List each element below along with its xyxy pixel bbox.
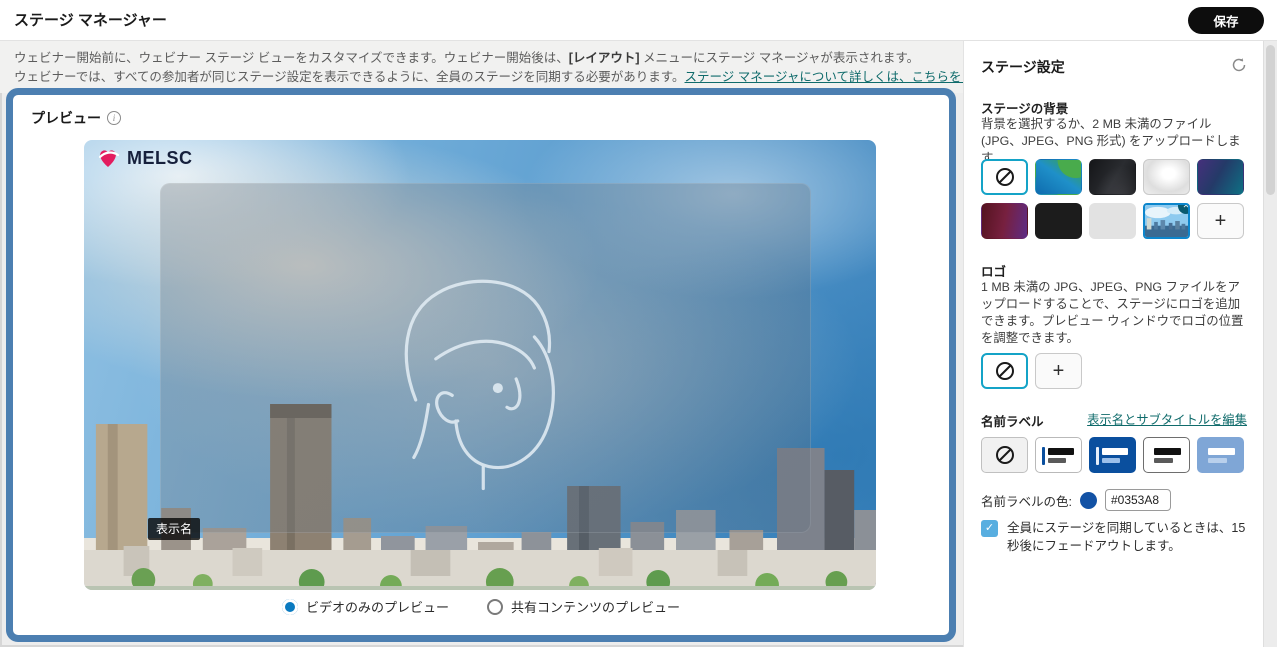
- preview-title: プレビュー: [31, 108, 101, 128]
- label-subtitle-bar: [1102, 458, 1120, 463]
- info-line-2: ウェビナーでは、すべての参加者が同じステージ設定を表示できるように、全員のステー…: [14, 68, 949, 87]
- label-accent-bar: [1096, 447, 1099, 465]
- edit-display-name-link[interactable]: 表示名とサブタイトルを編集: [1087, 410, 1247, 428]
- background-none-option[interactable]: [981, 159, 1028, 195]
- refresh-icon[interactable]: [1231, 57, 1247, 73]
- label-accent-bar: [1042, 447, 1045, 465]
- sync-fadeout-checkbox[interactable]: ✓: [981, 520, 998, 537]
- background-silver-swirl[interactable]: [1143, 159, 1190, 195]
- logo-options-row: +: [981, 353, 1082, 389]
- info-banner: ウェビナー開始前に、ウェビナー ステージ ビューをカスタマイズできます。ウェビナ…: [0, 41, 963, 93]
- logo-section-desc: 1 MB 未満の JPG、JPEG、PNG ファイルをアップロードすることで、ス…: [981, 279, 1249, 347]
- info-line1-layout-keyword: [レイアウト]: [569, 51, 640, 65]
- none-icon: [995, 361, 1015, 381]
- info-line-1: ウェビナー開始前に、ウェビナー ステージ ビューをカスタマイズできます。ウェビナ…: [14, 49, 949, 68]
- background-dark-wave[interactable]: [1089, 159, 1136, 195]
- name-label-color-row: 名前ラベルの色:: [981, 489, 1171, 511]
- stage-logo-text: MELSC: [127, 148, 193, 169]
- background-section-title: ステージの背景: [981, 98, 1068, 117]
- logo-section-title: ロゴ: [981, 261, 1006, 280]
- none-icon: [995, 445, 1015, 465]
- radio-unselected-icon[interactable]: [487, 599, 503, 615]
- radio-shared-content-label: 共有コンテンツのプレビュー: [511, 597, 680, 616]
- video-placeholder-tile: [160, 183, 811, 533]
- background-purple-teal-gradient[interactable]: [1197, 159, 1244, 195]
- background-black[interactable]: [1035, 203, 1082, 239]
- color-swatch[interactable]: [1080, 492, 1097, 509]
- name-label-section-title: 名前ラベル: [981, 411, 1044, 430]
- vertical-scrollbar[interactable]: [1263, 41, 1277, 647]
- preview-title-row: プレビュー i: [31, 108, 121, 128]
- label-title-bar: [1208, 448, 1235, 455]
- background-light-gray[interactable]: [1089, 203, 1136, 239]
- logo-none-option[interactable]: [981, 353, 1028, 389]
- name-label-none-option[interactable]: [981, 437, 1028, 473]
- label-subtitle-bar: [1154, 458, 1173, 463]
- logo-add-button[interactable]: +: [1035, 353, 1082, 389]
- preview-card: プレビュー i: [6, 88, 956, 642]
- background-thumbs-row-1: [981, 159, 1244, 195]
- background-city-photo-selected[interactable]: ✕: [1143, 203, 1190, 239]
- label-title-bar: [1048, 448, 1074, 455]
- stage-manager-window: ステージ マネージャー 保存 ウェビナー開始前に、ウェビナー ステージ ビューを…: [0, 0, 1277, 647]
- label-title-bar: [1102, 448, 1128, 455]
- background-maroon-purple-gradient[interactable]: [981, 203, 1028, 239]
- name-label-style-white-bordered[interactable]: [1143, 437, 1190, 473]
- sync-fadeout-row: ✓ 全員にステージを同期しているときは、15 秒後にフェードアウトします。: [981, 519, 1257, 555]
- info-line2-text: ウェビナーでは、すべての参加者が同じステージ設定を表示できるように、全員のステー…: [14, 70, 685, 84]
- heart-logo-icon: [96, 146, 122, 170]
- save-button[interactable]: 保存: [1188, 7, 1264, 34]
- name-label-style-accent-bar[interactable]: [1035, 437, 1082, 473]
- preview-mode-radios: ビデオのみのプレビュー 共有コンテンツのプレビュー: [13, 597, 949, 616]
- scrollbar-thumb[interactable]: [1266, 45, 1275, 195]
- stage-preview[interactable]: MELSC 表示名: [84, 140, 876, 590]
- background-thumbs-row-2: ✕ +: [981, 203, 1244, 239]
- settings-title: ステージ設定: [981, 57, 1065, 77]
- name-label-style-blue-filled[interactable]: [1089, 437, 1136, 473]
- name-label-color-label: 名前ラベルの色:: [981, 491, 1072, 510]
- radio-video-only[interactable]: ビデオのみのプレビュー: [282, 597, 449, 616]
- color-hex-input[interactable]: [1105, 489, 1171, 511]
- background-add-button[interactable]: +: [1197, 203, 1244, 239]
- radio-video-only-label: ビデオのみのプレビュー: [306, 597, 449, 616]
- info-icon[interactable]: i: [107, 111, 121, 125]
- label-subtitle-bar: [1208, 458, 1227, 463]
- name-label-style-light-blue[interactable]: [1197, 437, 1244, 473]
- info-line1-tail: メニューにステージ マネージャが表示されます。: [640, 51, 920, 65]
- label-title-bar: [1154, 448, 1181, 455]
- background-blue-green-gradient[interactable]: [1035, 159, 1082, 195]
- stage-settings-panel: ステージ設定 ステージの背景 背景を選択するか、2 MB 未満のファイル (JP…: [963, 41, 1263, 647]
- radio-shared-content[interactable]: 共有コンテンツのプレビュー: [487, 597, 680, 616]
- stage-logo: MELSC: [96, 146, 193, 170]
- none-icon: [995, 167, 1015, 187]
- radio-selected-icon[interactable]: [282, 599, 298, 615]
- avatar-face-icon: [381, 243, 591, 493]
- display-name-tag[interactable]: 表示名: [148, 518, 200, 540]
- label-subtitle-bar: [1048, 458, 1066, 463]
- header-bar: ステージ マネージャー 保存: [0, 0, 1277, 41]
- name-label-styles-row: [981, 437, 1244, 473]
- page-title: ステージ マネージャー: [14, 0, 167, 41]
- info-line1-text: ウェビナー開始前に、ウェビナー ステージ ビューをカスタマイズできます。ウェビナ…: [14, 51, 569, 65]
- sync-fadeout-label: 全員にステージを同期しているときは、15 秒後にフェードアウトします。: [1007, 519, 1257, 555]
